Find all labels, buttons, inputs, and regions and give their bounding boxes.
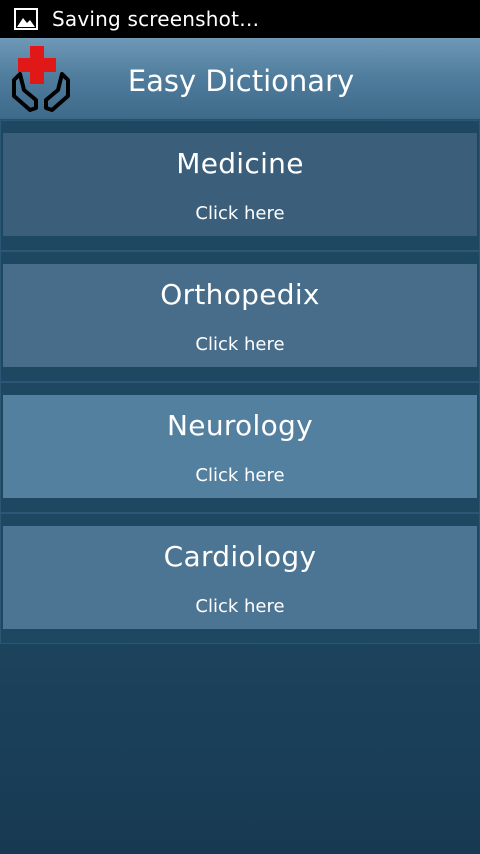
category-card-neurology[interactable]: Neurology Click here [0,382,480,513]
card-title: Neurology [167,409,313,442]
card-subtitle: Click here [195,203,285,224]
card-inner: Neurology Click here [3,395,477,498]
category-card-orthopedix[interactable]: Orthopedix Click here [0,251,480,382]
status-bar: Saving screenshot… [0,0,480,38]
card-subtitle: Click here [195,465,285,486]
card-inner: Medicine Click here [3,133,477,236]
card-title: Medicine [176,147,304,180]
category-card-cardiology[interactable]: Cardiology Click here [0,513,480,644]
image-icon [13,7,39,31]
category-list: Medicine Click here Orthopedix Click her… [0,120,480,644]
card-subtitle: Click here [195,596,285,617]
card-title: Cardiology [163,540,317,573]
action-bar: Easy Dictionary [0,38,480,120]
card-inner: Cardiology Click here [3,526,477,629]
card-title: Orthopedix [160,278,320,311]
status-notification-text: Saving screenshot… [52,7,260,31]
app-title: Easy Dictionary [127,64,355,98]
card-subtitle: Click here [195,334,285,355]
category-card-medicine[interactable]: Medicine Click here [0,120,480,251]
card-inner: Orthopedix Click here [3,264,477,367]
